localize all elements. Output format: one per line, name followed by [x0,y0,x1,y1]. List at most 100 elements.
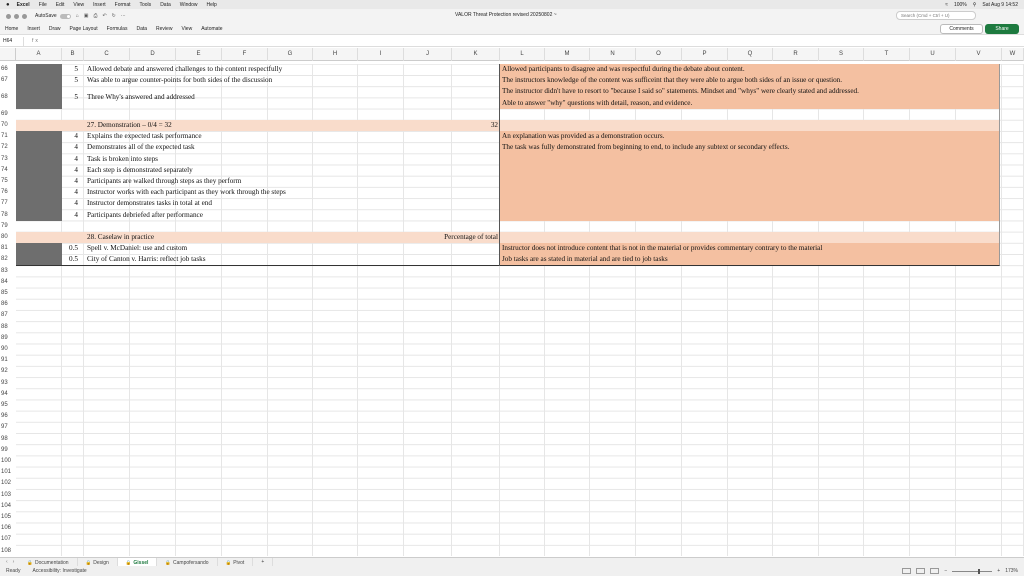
criterion-cell[interactable]: Instructor demonstrates tasks in total a… [87,199,212,207]
row-header[interactable]: 78 [0,212,16,218]
row-header[interactable]: 106 [0,525,16,531]
row-header[interactable]: 79 [0,223,16,229]
tab-formulas[interactable]: Formulas [107,26,128,32]
menu-help[interactable]: Help [207,2,217,8]
section-total-cell[interactable]: 32 [491,121,498,129]
row-header[interactable]: 89 [0,335,16,341]
row-header[interactable]: 108 [0,548,16,554]
percentage-label-cell[interactable]: Percentage of total [444,233,498,241]
criterion-cell[interactable]: Explains the expected task performance [87,132,202,140]
menu-insert[interactable]: Insert [93,2,106,8]
tab-page-layout[interactable]: Page Layout [70,26,98,32]
row-header[interactable]: 91 [0,357,16,363]
score-cell[interactable]: 5 [74,65,78,73]
score-cell[interactable]: 5 [74,93,78,101]
menu-format[interactable]: Format [115,2,131,8]
row-header[interactable]: 68 [0,94,16,100]
criterion-cell[interactable]: Three Why's answered and addressed [87,93,195,101]
print-icon[interactable]: ⎙ [93,13,97,19]
zoom-in-icon[interactable]: + [997,568,1000,574]
row-header[interactable]: 72 [0,144,16,150]
row-header[interactable]: 67 [0,77,16,83]
column-header-e[interactable]: E [176,48,222,61]
column-header-g[interactable]: G [268,48,313,61]
row-header[interactable]: 93 [0,380,16,386]
criterion-cell[interactable]: Spell v. McDaniel: use and custom [87,244,187,252]
wifi-icon[interactable]: ≈ [945,2,948,8]
score-cell[interactable]: 4 [74,199,78,207]
row-header[interactable]: 80 [0,234,16,240]
page-layout-view-icon[interactable] [916,568,926,574]
criterion-cell[interactable]: Participants are walked through steps as… [87,177,241,185]
row-header[interactable]: 74 [0,167,16,173]
criterion-cell[interactable]: Participants debriefed after performance [87,211,203,219]
menu-tools[interactable]: Tools [140,2,152,8]
tab-data[interactable]: Data [136,26,147,32]
row-header[interactable]: 104 [0,503,16,509]
menu-view[interactable]: View [73,2,84,8]
row-header[interactable]: 90 [0,346,16,352]
score-cell[interactable]: 4 [74,132,78,140]
zoom-level[interactable]: 173% [1005,568,1018,574]
accessibility-status[interactable]: Accessibility: Investigate [32,568,86,574]
row-header[interactable]: 99 [0,447,16,453]
comments-button[interactable]: Comments [940,24,983,34]
criterion-cell[interactable]: Demonstrates all of the expected task [87,143,195,151]
column-header-q[interactable]: Q [728,48,773,61]
score-cell[interactable]: 0.5 [69,244,78,252]
column-header-n[interactable]: N [590,48,636,61]
score-cell[interactable]: 4 [74,211,78,219]
zoom-slider[interactable] [952,568,993,574]
close-window-icon[interactable] [6,13,11,19]
column-header-b[interactable]: B [62,48,84,61]
row-header[interactable]: 71 [0,133,16,139]
row-header[interactable]: 96 [0,413,16,419]
column-header-j[interactable]: J [404,48,452,61]
score-cell[interactable]: 5 [74,76,78,84]
row-header[interactable]: 92 [0,368,16,374]
comment-cell[interactable]: Able to answer "why" questions with deta… [502,99,692,107]
score-cell[interactable]: 4 [74,166,78,174]
select-all-corner[interactable] [0,48,16,61]
row-header[interactable]: 94 [0,391,16,397]
menu-file[interactable]: File [39,2,47,8]
column-header-w[interactable]: W [1002,48,1024,61]
comment-cell[interactable]: Instructor does not introduce content th… [502,244,822,252]
row-header[interactable]: 73 [0,156,16,162]
minimize-window-icon[interactable] [14,13,19,19]
row-header[interactable]: 100 [0,458,16,464]
row-header[interactable]: 95 [0,402,16,408]
score-cell[interactable]: 4 [74,143,78,151]
section-title-cell[interactable]: 27. Demonstration – 0/4 = 32 [87,121,172,129]
share-button[interactable]: Share [985,24,1019,34]
row-header[interactable]: 107 [0,536,16,542]
menu-data[interactable]: Data [160,2,171,8]
column-header-s[interactable]: S [819,48,864,61]
row-header[interactable]: 75 [0,178,16,184]
home-icon[interactable]: ⌂ [76,13,79,19]
row-header[interactable]: 81 [0,245,16,251]
criterion-cell[interactable]: Allowed debate and answered challenges t… [87,65,282,73]
redo-icon[interactable]: ↻ [112,13,116,19]
score-cell[interactable]: 0.5 [69,255,78,263]
zoom-window-icon[interactable] [22,13,27,19]
comment-cell[interactable]: The instructors knowledge of the content… [502,76,842,84]
clock[interactable]: Sat Aug 9 14:52 [982,2,1018,8]
score-cell[interactable]: 4 [74,155,78,163]
row-header[interactable]: 69 [0,111,16,117]
column-header-h[interactable]: H [313,48,358,61]
column-header-v[interactable]: V [956,48,1002,61]
comment-cell[interactable]: Job tasks are as stated in material and … [502,255,668,263]
comment-cell[interactable]: The task was fully demonstrated from beg… [502,143,790,151]
column-header-f[interactable]: F [222,48,268,61]
comment-cell[interactable]: The instructor didn't have to resort to … [502,87,859,95]
tab-draw[interactable]: Draw [49,26,61,32]
normal-view-icon[interactable] [902,568,912,574]
row-header[interactable]: 85 [0,290,16,296]
column-header-a[interactable]: A [16,48,62,61]
search-spotlight-icon[interactable]: ⚲ [973,2,977,8]
column-header-u[interactable]: U [910,48,956,61]
column-header-p[interactable]: P [682,48,728,61]
menu-app[interactable]: Excel [17,2,30,8]
column-header-t[interactable]: T [864,48,910,61]
